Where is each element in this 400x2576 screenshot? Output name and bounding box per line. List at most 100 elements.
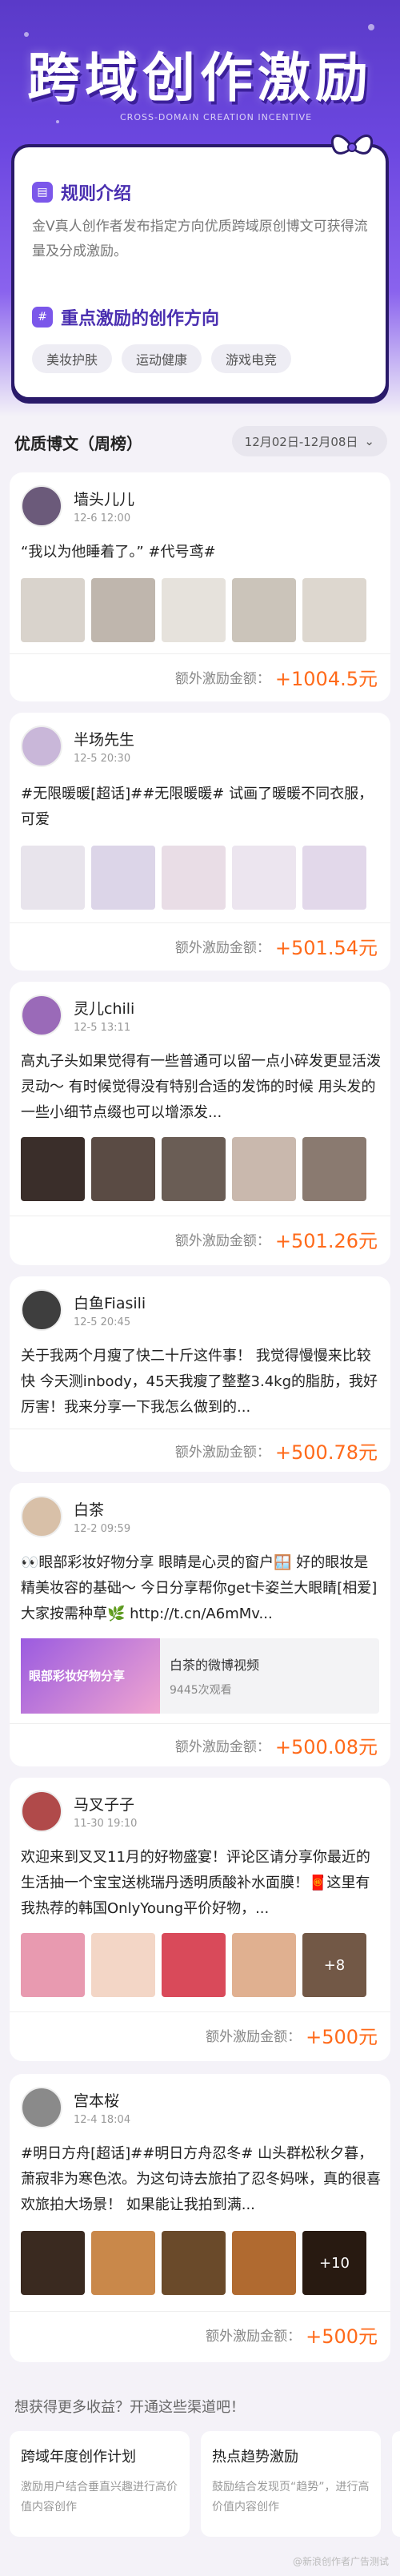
more-images-badge[interactable]: +10 xyxy=(302,2231,366,2295)
divider xyxy=(10,2311,390,2312)
video-thumbnail[interactable]: 眼部彩妆好物分享 xyxy=(21,1638,160,1714)
reward-amount: +501.54元 xyxy=(274,937,378,959)
avatar[interactable] xyxy=(21,995,62,1036)
post-image[interactable] xyxy=(21,2231,85,2295)
post-time: 12-2 09:59 xyxy=(74,1523,131,1535)
post-images: +10 xyxy=(21,2231,366,2295)
channel-card-annual-plan[interactable]: 跨域年度创作计划 激励用户结合垂直兴趣进行高价值内容创作 xyxy=(10,2431,190,2537)
post-image[interactable] xyxy=(21,846,85,910)
post-image[interactable] xyxy=(91,846,155,910)
post-author: 白鱼Fiasili 12-5 20:45 xyxy=(21,1289,146,1331)
post-image[interactable] xyxy=(162,578,226,642)
post-image[interactable] xyxy=(91,578,155,642)
reward-amount: +501.26元 xyxy=(274,1230,378,1252)
post-image[interactable] xyxy=(162,846,226,910)
post-images: +8 xyxy=(21,1933,366,1997)
post-image[interactable] xyxy=(232,846,296,910)
divider xyxy=(10,2011,390,2012)
video-share-card[interactable]: 眼部彩妆好物分享 白茶的微博视频 9445次观看 xyxy=(21,1638,379,1714)
video-title: 白茶的微博视频 xyxy=(170,1658,260,1673)
divider xyxy=(10,1723,390,1724)
focus-tags: 美妆护肤 运动健康 游戏电竞 xyxy=(32,344,292,373)
reward-row: 额外激励金额： +500.08元 xyxy=(175,1731,378,1759)
author-name[interactable]: 宫本桜 xyxy=(74,2089,130,2111)
author-name[interactable]: 墙头儿儿 xyxy=(74,488,134,509)
channel-card-trending[interactable]: 热点趋势激励 鼓励结合发现页“趋势”，进行高价值内容创作 xyxy=(201,2431,381,2537)
post-text: #明日方舟[超话]##明日方舟忍冬# 山头群松秋夕暮，萧寂非为寒色浓。为这句诗去… xyxy=(21,2145,381,2213)
more-channels-title: 想获得更多收益？开通这些渠道吧！ xyxy=(14,2399,245,2416)
chevron-down-icon: ⌄ xyxy=(364,434,374,448)
reward-label: 额外激励金额： xyxy=(206,2329,302,2345)
post-image[interactable] xyxy=(91,1137,155,1201)
reward-label: 额外激励金额： xyxy=(174,671,270,687)
post-time: 11-30 19:10 xyxy=(74,1818,138,1830)
post-image[interactable] xyxy=(91,1933,155,1997)
reward-row: 额外激励金额： +1004.5元 xyxy=(175,663,378,691)
rules-icon: ▤ xyxy=(32,182,53,203)
post-card[interactable]: 白茶 12-2 09:59 👀眼部彩妆好物分享 眼睛是心灵的窗户🪟 好的眼妆是精… xyxy=(10,1483,390,1766)
reward-amount: +1004.5元 xyxy=(274,668,378,690)
date-range-selector[interactable]: 12月02日-12月08日 ⌄ xyxy=(231,426,387,456)
post-card[interactable]: 白鱼Fiasili 12-5 20:45 关于我两个月瘦了快二十斤这件事！ 我觉… xyxy=(10,1276,390,1472)
post-image[interactable] xyxy=(302,1137,366,1201)
post-image[interactable] xyxy=(302,846,366,910)
post-image[interactable]: +8 xyxy=(302,1933,366,1997)
channel-card-partial[interactable] xyxy=(392,2431,400,2537)
post-image[interactable] xyxy=(232,578,296,642)
post-image[interactable] xyxy=(162,1137,226,1201)
post-author: 马叉子子 11-30 19:10 xyxy=(21,1790,137,1832)
list-title: 优质博文（周榜） xyxy=(14,434,142,453)
author-name[interactable]: 白茶 xyxy=(74,1498,130,1520)
post-text: 高丸子头如果觉得有一些普通可以留一点小碎发更显活泼灵动～ 有时候觉得没有特别合适… xyxy=(21,1053,381,1121)
more-images-badge[interactable]: +8 xyxy=(302,1933,366,1997)
post-time: 12-6 12:00 xyxy=(74,512,131,524)
tag-beauty[interactable]: 美妆护肤 xyxy=(32,344,113,373)
post-image[interactable] xyxy=(21,578,85,642)
post-card[interactable]: 宫本桜 12-4 18:04 #明日方舟[超话]##明日方舟忍冬# 山头群松秋夕… xyxy=(10,2074,390,2362)
post-image[interactable] xyxy=(91,2231,155,2295)
avatar[interactable] xyxy=(21,725,62,767)
avatar[interactable] xyxy=(21,2087,62,2128)
post-card[interactable]: 墙头儿儿 12-6 12:00 “我以为他睡着了。” #代号鸢# 额外激励金额：… xyxy=(10,472,390,701)
rules-text: 金V真人创作者发布指定方向优质跨域原创博文可获得流量及分成激励。 xyxy=(32,219,368,259)
channel-title: 跨域年度创作计划 xyxy=(21,2449,136,2465)
post-image[interactable] xyxy=(232,1137,296,1201)
tag-sports[interactable]: 运动健康 xyxy=(122,344,202,373)
post-image[interactable] xyxy=(21,1933,85,1997)
divider xyxy=(10,653,390,654)
post-text: #无限暖暖[超话]##无限暖暖# 试画了暖暖不同衣服，可爱 xyxy=(21,786,374,828)
divider xyxy=(10,922,390,923)
author-name[interactable]: 灵儿chili xyxy=(74,997,134,1019)
avatar[interactable] xyxy=(21,1289,62,1331)
list-header: 优质博文（周榜） 12月02日-12月08日 ⌄ xyxy=(0,423,400,463)
hashtag-icon: # xyxy=(32,307,53,328)
post-image[interactable] xyxy=(232,2231,296,2295)
author-name[interactable]: 马叉子子 xyxy=(74,1793,137,1814)
reward-label: 额外激励金额： xyxy=(174,1739,270,1755)
rules-card: ▤ 规则介绍 金V真人创作者发布指定方向优质跨域原创博文可获得流量及分成激励。 … xyxy=(11,135,389,400)
page-title: 跨域创作激励 xyxy=(27,47,373,109)
post-card[interactable]: 灵儿chili 12-5 13:11 高丸子头如果觉得有一些普通可以留一点小碎发… xyxy=(10,982,390,1265)
avatar[interactable] xyxy=(21,485,62,527)
post-text: “我以为他睡着了。” #代号鸢# xyxy=(21,544,216,561)
rules-header: ▤ 规则介绍 xyxy=(32,179,131,205)
post-image[interactable] xyxy=(162,1933,226,1997)
post-time: 12-5 13:11 xyxy=(74,1022,131,1034)
post-card[interactable]: 马叉子子 11-30 19:10 欢迎来到叉叉11月的好物盛宴！评论区请分享你最… xyxy=(10,1778,390,2061)
tag-gaming[interactable]: 游戏电竞 xyxy=(211,344,292,373)
focus-title: 重点激励的创作方向 xyxy=(61,309,220,329)
post-images xyxy=(21,578,366,642)
post-image[interactable] xyxy=(302,578,366,642)
post-image[interactable]: +10 xyxy=(302,2231,366,2295)
post-image[interactable] xyxy=(21,1137,85,1201)
hero-banner: 跨域创作激励 CROSS-DOMAIN CREATION INCENTIVE ▤… xyxy=(0,0,400,416)
post-image[interactable] xyxy=(232,1933,296,1997)
avatar[interactable] xyxy=(21,1496,62,1537)
author-name[interactable]: 半场先生 xyxy=(74,728,134,749)
reward-row: 额外激励金额： +500.78元 xyxy=(175,1437,378,1465)
post-time: 12-5 20:30 xyxy=(74,753,131,765)
author-name[interactable]: 白鱼Fiasili xyxy=(74,1292,146,1313)
avatar[interactable] xyxy=(21,1790,62,1832)
post-image[interactable] xyxy=(162,2231,226,2295)
post-card[interactable]: 半场先生 12-5 20:30 #无限暖暖[超话]##无限暖暖# 试画了暖暖不同… xyxy=(10,713,390,971)
